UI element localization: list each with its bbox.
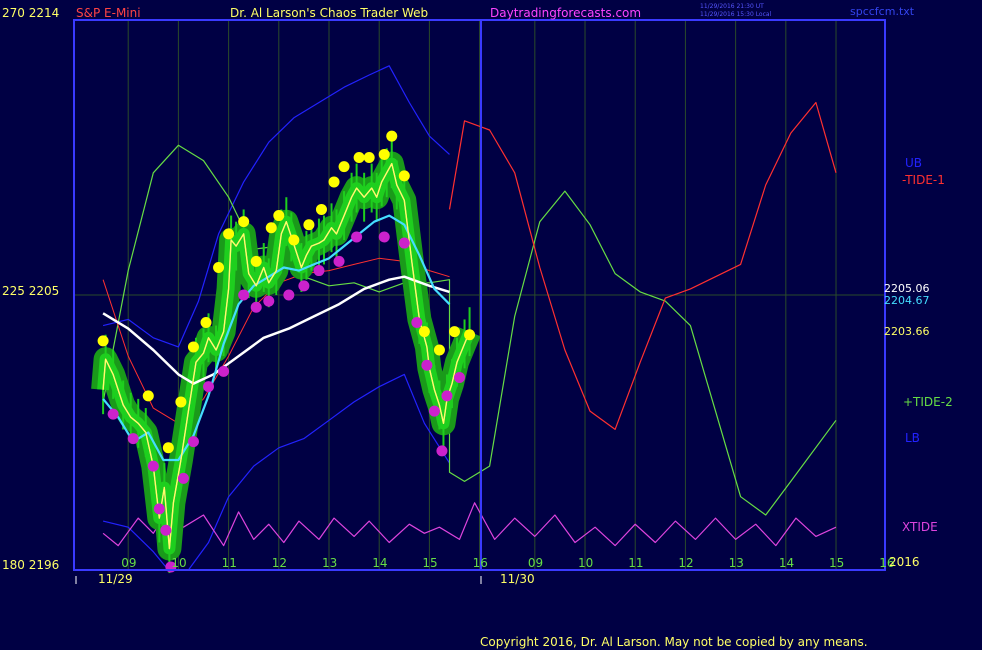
- low-dot: [411, 317, 423, 328]
- data-filename: spccfcm.txt: [850, 5, 915, 18]
- chart-data-layer: [91, 65, 837, 574]
- hour-tick-label: 11: [628, 556, 643, 570]
- year-label: 2016: [889, 555, 920, 569]
- high-dot: [200, 317, 212, 328]
- hour-tick-label: 14: [372, 556, 387, 570]
- low-dot: [298, 280, 310, 292]
- high-dot: [433, 344, 445, 356]
- legend-ub: UB: [905, 156, 922, 170]
- hour-tick-labels: 09 10 11 12 13 14 15 16 09 10 11 12 13 14 15 16: [121, 556, 894, 570]
- low-dot: [127, 433, 139, 445]
- hour-tick-label: 12: [272, 556, 287, 570]
- hour-tick-label: 09: [528, 556, 543, 570]
- low-dot: [283, 289, 295, 301]
- axis-label-mid: 225 2205: [2, 284, 59, 298]
- high-dot: [288, 234, 300, 246]
- hour-tick-label: 14: [779, 556, 794, 570]
- high-dot: [449, 326, 460, 338]
- high-dot: [363, 152, 375, 163]
- axis-label-top: 270 2214: [2, 6, 59, 20]
- low-dot: [441, 390, 453, 402]
- legend-tide2: +TIDE-2: [903, 395, 953, 409]
- high-dot: [97, 335, 109, 347]
- low-dot: [333, 255, 345, 267]
- high-dot: [223, 228, 235, 240]
- low-dot: [218, 365, 230, 377]
- grid-lines: [74, 20, 885, 570]
- high-dot: [315, 203, 327, 215]
- low-dot: [147, 460, 159, 472]
- hour-tick-label: 12: [678, 556, 693, 570]
- date-label-1: 11/29: [98, 572, 133, 586]
- site-name: Daytradingforecasts.com: [490, 6, 641, 20]
- high-dot: [142, 390, 154, 402]
- high-dot: [328, 176, 340, 188]
- low-dot: [313, 265, 325, 277]
- tide1-line: [448, 101, 837, 430]
- hour-tick-label: 15: [422, 556, 437, 570]
- hour-tick-label: 16: [473, 556, 488, 570]
- price-label-2: 2204.67: [884, 294, 930, 307]
- high-dot: [250, 255, 262, 267]
- low-dot: [153, 503, 165, 515]
- low-dot: [177, 472, 189, 484]
- low-dot: [203, 381, 215, 393]
- xtide-line: [102, 502, 837, 547]
- hour-tick-label: 13: [729, 556, 744, 570]
- price-label-3: 2203.66: [884, 325, 930, 338]
- high-dot: [303, 219, 315, 231]
- low-dot: [398, 237, 410, 249]
- low-dot: [436, 445, 448, 457]
- chart-title: Dr. Al Larson's Chaos Trader Web: [230, 6, 428, 20]
- high-dot: [378, 148, 390, 160]
- high-dot: [386, 130, 398, 142]
- legend-tide1: -TIDE-1: [902, 173, 945, 187]
- high-dot: [273, 210, 285, 222]
- high-dot: [238, 216, 250, 228]
- legend-xtide: XTIDE: [902, 520, 938, 534]
- low-dot: [107, 408, 119, 420]
- symbol-label: S&P E-Mini: [76, 6, 141, 20]
- low-dot: [187, 436, 199, 448]
- high-dot: [338, 161, 350, 173]
- axis-label-bottom: 180 2196: [2, 558, 59, 572]
- low-dot: [263, 295, 275, 307]
- legend-lb: LB: [905, 431, 920, 445]
- low-dot: [160, 524, 172, 536]
- hour-tick-label: 09: [121, 556, 136, 570]
- timestamp-local: 11/29/2016 15:30 Local: [700, 11, 772, 18]
- high-dot: [265, 222, 277, 234]
- chaos-trader-chart: 270 2214 S&P E-Mini Dr. Al Larson's Chao…: [2, 3, 953, 649]
- timestamp-utc: 11/29/2016 21:30 UT: [700, 3, 764, 10]
- low-dot: [428, 405, 440, 417]
- low-dot: [250, 301, 262, 313]
- high-dot: [213, 262, 225, 273]
- high-dot: [175, 396, 187, 408]
- high-dot: [418, 326, 430, 338]
- low-dot: [454, 372, 466, 383]
- hour-tick-label: 11: [222, 556, 237, 570]
- high-dot: [353, 152, 365, 163]
- high-dot: [464, 329, 476, 341]
- high-dot: [398, 170, 410, 182]
- copyright-notice: Copyright 2016, Dr. Al Larson. May not b…: [480, 635, 868, 649]
- low-dot: [238, 289, 250, 301]
- low-dot: [378, 231, 390, 243]
- high-dot: [187, 341, 199, 353]
- low-dot: [351, 231, 363, 243]
- hour-tick-label: 10: [171, 556, 186, 570]
- low-dot: [421, 359, 433, 371]
- hour-tick-label: 15: [829, 556, 844, 570]
- date-label-2: 11/30: [500, 572, 535, 586]
- high-dot: [162, 442, 174, 454]
- hour-tick-label: 10: [578, 556, 593, 570]
- hour-tick-label: 13: [322, 556, 337, 570]
